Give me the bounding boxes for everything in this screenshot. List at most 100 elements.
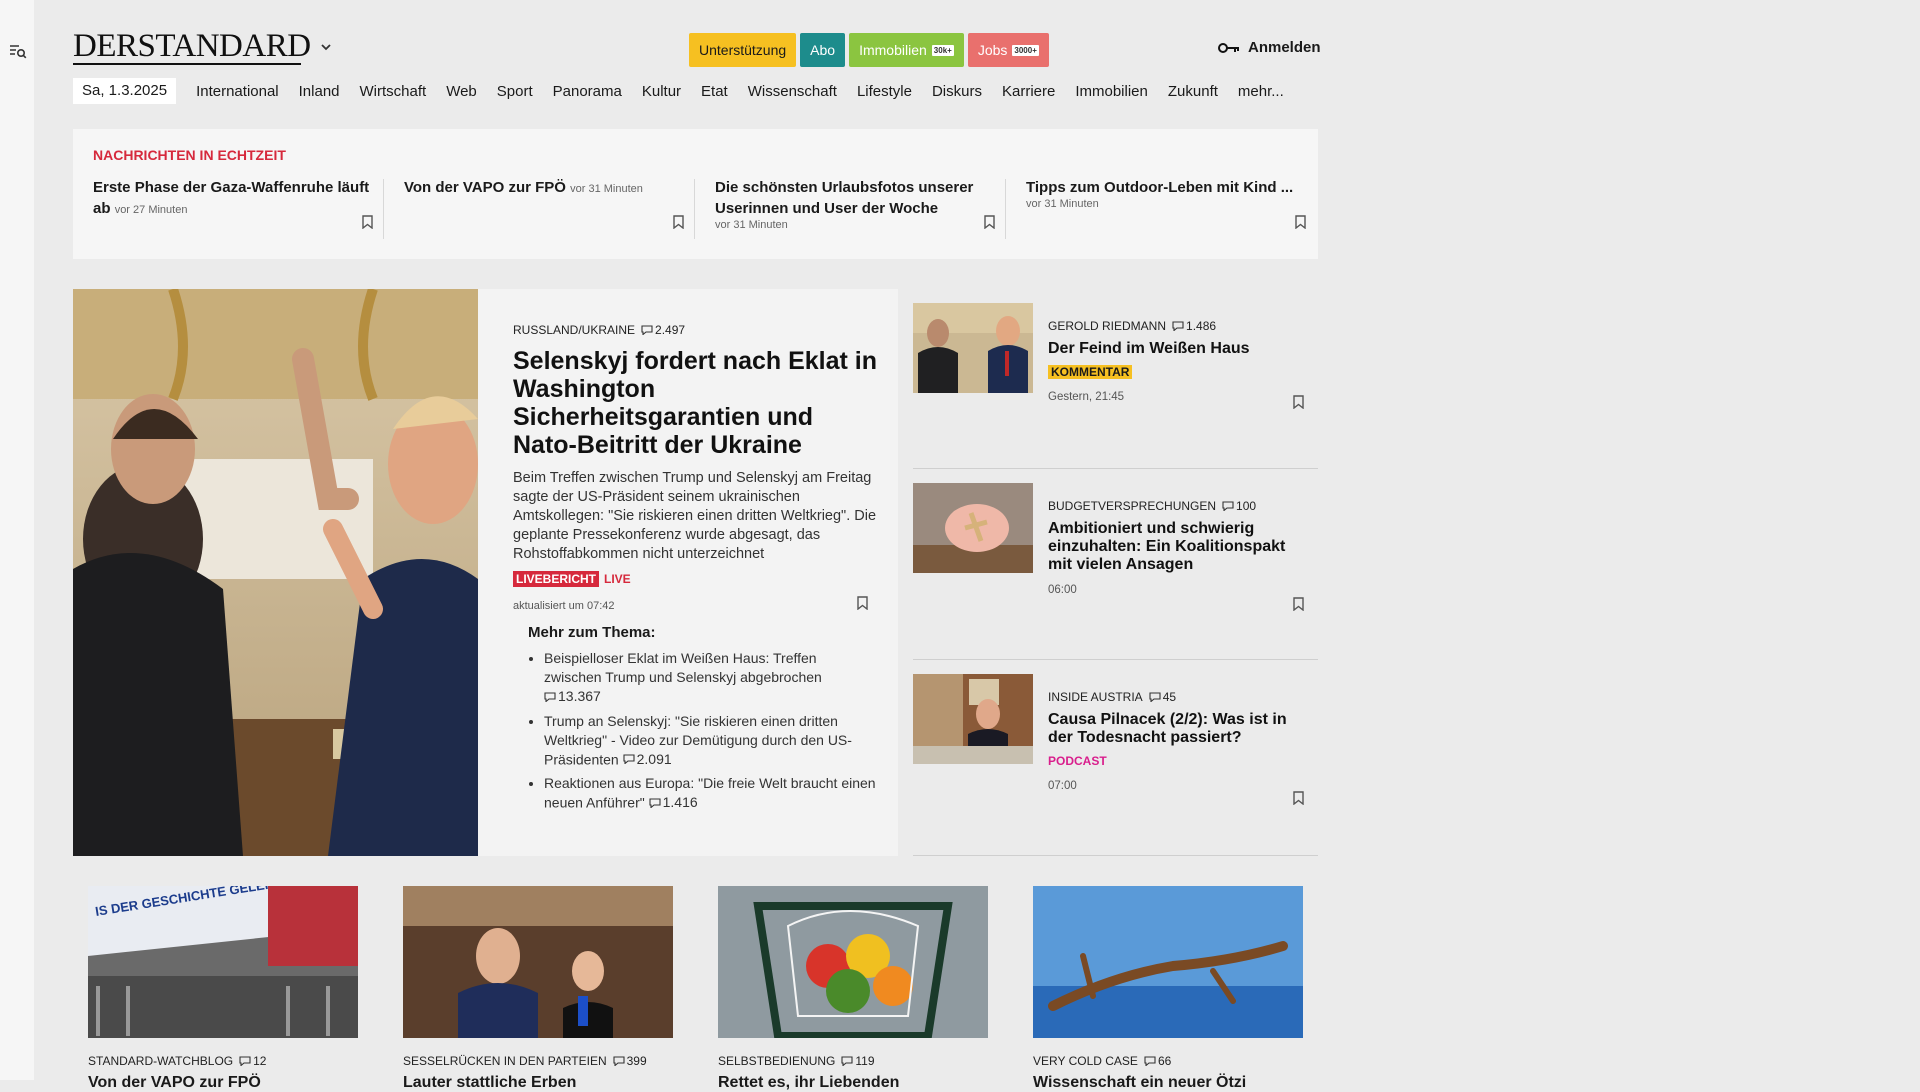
comment-count-value: 12 xyxy=(253,1054,267,1068)
comment-count[interactable]: 45 xyxy=(1149,690,1176,704)
bookmark-icon[interactable] xyxy=(1293,791,1304,805)
card-kicker-label: VERY COLD CASE xyxy=(1033,1054,1138,1068)
support-button[interactable]: Unterstützung xyxy=(689,33,797,67)
side-article[interactable]: BUDGETVERSPRECHUNGEN 100 Ambitioniert und… xyxy=(913,469,1318,660)
logo[interactable]: DERSTANDARD xyxy=(73,28,311,65)
article-title[interactable]: Causa Pilnacek (2/2): Was ist in der Tod… xyxy=(1048,711,1303,747)
ticker-item[interactable]: Von der VAPO zur FPÖ vor 31 Minuten xyxy=(404,177,694,239)
bookmark-icon[interactable] xyxy=(1293,395,1304,409)
nav-item-wissenschaft[interactable]: Wissenschaft xyxy=(748,83,837,100)
teaser-card[interactable]: IS DER GESCHICHTE GELERNT FPÖ HEISST ANT… xyxy=(88,886,358,1092)
nav-item-panorama[interactable]: Panorama xyxy=(553,83,622,100)
comment-count[interactable]: 1.486 xyxy=(1172,319,1216,333)
article-kicker: INSIDE AUSTRIA 45 xyxy=(1048,690,1303,704)
related-link[interactable]: Trump an Selenskyj: "Sie riskieren einen… xyxy=(544,712,878,770)
comment-count-value: 1.486 xyxy=(1186,319,1217,333)
bookmark-icon[interactable] xyxy=(1295,215,1306,229)
article-thumbnail[interactable] xyxy=(913,483,1033,573)
teaser-card[interactable]: VERY COLD CASE 66 Wissenschaft ein neuer … xyxy=(1033,886,1303,1092)
nav-item-wirtschaft[interactable]: Wirtschaft xyxy=(360,83,427,100)
menu-search-icon[interactable] xyxy=(9,43,27,59)
hero-article[interactable]: RUSSLAND/UKRAINE 2.497 Selenskyj fordert… xyxy=(478,289,898,856)
abo-button[interactable]: Abo xyxy=(800,33,846,67)
bookmark-icon[interactable] xyxy=(984,215,995,229)
comment-count[interactable]: 2.497 xyxy=(641,323,685,337)
comment-count[interactable]: 66 xyxy=(1144,1054,1171,1068)
comment-count-value: 119 xyxy=(855,1054,875,1068)
ticker-heading: NACHRICHTEN IN ECHTZEIT xyxy=(93,147,286,163)
bookmark-icon[interactable] xyxy=(857,596,868,610)
chevron-down-icon[interactable] xyxy=(319,40,333,54)
ticker-title: Die schönsten Urlaubsfotos unserer Useri… xyxy=(715,179,974,217)
updated-row: aktualisiert um 07:42 xyxy=(513,596,878,612)
card-title[interactable]: Lauter stattliche Erben xyxy=(403,1074,673,1092)
live-row: LIVEBERICHT LIVE xyxy=(513,570,878,588)
side-article[interactable]: GEROLD RIEDMANN 1.486 Der Feind im Weißen… xyxy=(913,289,1318,469)
card-image[interactable] xyxy=(718,886,988,1038)
bookmark-icon[interactable] xyxy=(1293,597,1304,611)
comment-count[interactable]: 12 xyxy=(239,1054,266,1068)
live-ticker: NACHRICHTEN IN ECHTZEIT Erste Phase der … xyxy=(73,129,1318,259)
article-time: Gestern, 21:45 xyxy=(1048,391,1125,403)
ticker-time: vor 31 Minuten xyxy=(1026,198,1099,210)
article-kicker-label: BUDGETVERSPRECHUNGEN xyxy=(1048,499,1217,513)
card-title[interactable]: Von der VAPO zur FPÖ xyxy=(88,1074,358,1092)
comment-count-value: 1.416 xyxy=(662,794,698,810)
nav-item-more[interactable]: mehr... xyxy=(1238,83,1284,100)
teaser-card[interactable]: SESSELRÜCKEN IN DEN PARTEIEN 399 Lauter s… xyxy=(403,886,673,1092)
ticker-item[interactable]: Die schönsten Urlaubsfotos unserer Useri… xyxy=(715,177,1005,239)
card-image[interactable] xyxy=(403,886,673,1038)
teaser-card[interactable]: SELBSTBEDIENUNG 119 Rettet es, ihr Lieben… xyxy=(718,886,988,1092)
comment-count[interactable]: 1.416 xyxy=(649,793,698,812)
nav-item-inland[interactable]: Inland xyxy=(299,83,340,100)
ticker-item[interactable]: Tipps zum Outdoor-Leben mit Kind ... vor… xyxy=(1026,177,1316,239)
bookmark-icon[interactable] xyxy=(673,215,684,229)
jobs-button[interactable]: Jobs 3000+ xyxy=(967,33,1049,67)
ticker-time: vor 31 Minuten xyxy=(715,219,788,231)
nav-item-zukunft[interactable]: Zukunft xyxy=(1168,83,1218,100)
comment-icon xyxy=(641,325,653,335)
ticker-item[interactable]: Erste Phase der Gaza-Waffenruhe läuft ab… xyxy=(93,177,383,239)
comment-count[interactable]: 13.367 xyxy=(544,687,601,706)
comment-count[interactable]: 119 xyxy=(841,1054,875,1068)
comment-count[interactable]: 399 xyxy=(613,1054,647,1068)
nav-item-karriere[interactable]: Karriere xyxy=(1002,83,1055,100)
login-button[interactable]: Anmelden xyxy=(1218,39,1321,56)
card-title[interactable]: Rettet es, ihr Liebenden xyxy=(718,1074,988,1092)
hero-title[interactable]: Selenskyj fordert nach Eklat in Washingt… xyxy=(513,347,878,459)
card-image[interactable] xyxy=(1033,886,1303,1038)
nav-item-lifestyle[interactable]: Lifestyle xyxy=(857,83,912,100)
article-time: 06:00 xyxy=(1048,584,1077,596)
article-thumbnail[interactable] xyxy=(913,674,1033,764)
immobilien-count-badge: 30k+ xyxy=(931,44,954,56)
comment-count-value: 100 xyxy=(1236,499,1257,513)
article-title[interactable]: Ambitioniert und schwierig einzuhalten: … xyxy=(1048,520,1303,574)
nav-item-kultur[interactable]: Kultur xyxy=(642,83,681,100)
comment-count[interactable]: 100 xyxy=(1222,499,1256,513)
nav-item-international[interactable]: International xyxy=(196,83,279,100)
comment-count[interactable]: 2.091 xyxy=(623,750,672,769)
article-thumbnail[interactable] xyxy=(913,303,1033,393)
comment-icon xyxy=(841,1056,853,1066)
related-link[interactable]: Reaktionen aus Europa: "Die freie Welt b… xyxy=(544,774,878,813)
nav-item-immobilien[interactable]: Immobilien xyxy=(1075,83,1148,100)
immobilien-button[interactable]: Immobilien 30k+ xyxy=(849,33,964,67)
bookmark-icon[interactable] xyxy=(362,215,373,229)
related-link-text: Trump an Selenskyj: "Sie riskieren einen… xyxy=(544,712,852,768)
card-title[interactable]: Wissenschaft ein neuer Ötzi xyxy=(1033,1074,1303,1092)
nav-item-etat[interactable]: Etat xyxy=(701,83,728,100)
nav-item-sport[interactable]: Sport xyxy=(497,83,533,100)
article-kicker-label: GEROLD RIEDMANN xyxy=(1048,319,1167,333)
article-title[interactable]: Der Feind im Weißen Haus xyxy=(1048,340,1303,358)
card-image[interactable]: IS DER GESCHICHTE GELERNT FPÖ HEISST ANT… xyxy=(88,886,358,1038)
related-link[interactable]: Beispielloser Eklat im Weißen Haus: Tref… xyxy=(544,649,878,707)
nav-item-diskurs[interactable]: Diskurs xyxy=(932,83,982,100)
key-icon xyxy=(1218,42,1239,53)
comment-icon xyxy=(1172,321,1184,331)
support-label: Unterstützung xyxy=(699,42,787,58)
ticker-time: vor 31 Minuten xyxy=(570,183,643,195)
side-article[interactable]: INSIDE AUSTRIA 45 Causa Pilnacek (2/2): W… xyxy=(913,660,1318,856)
nav-item-web[interactable]: Web xyxy=(446,83,477,100)
hero-kicker: RUSSLAND/UKRAINE 2.497 xyxy=(513,323,878,337)
hero-image[interactable] xyxy=(73,289,478,856)
